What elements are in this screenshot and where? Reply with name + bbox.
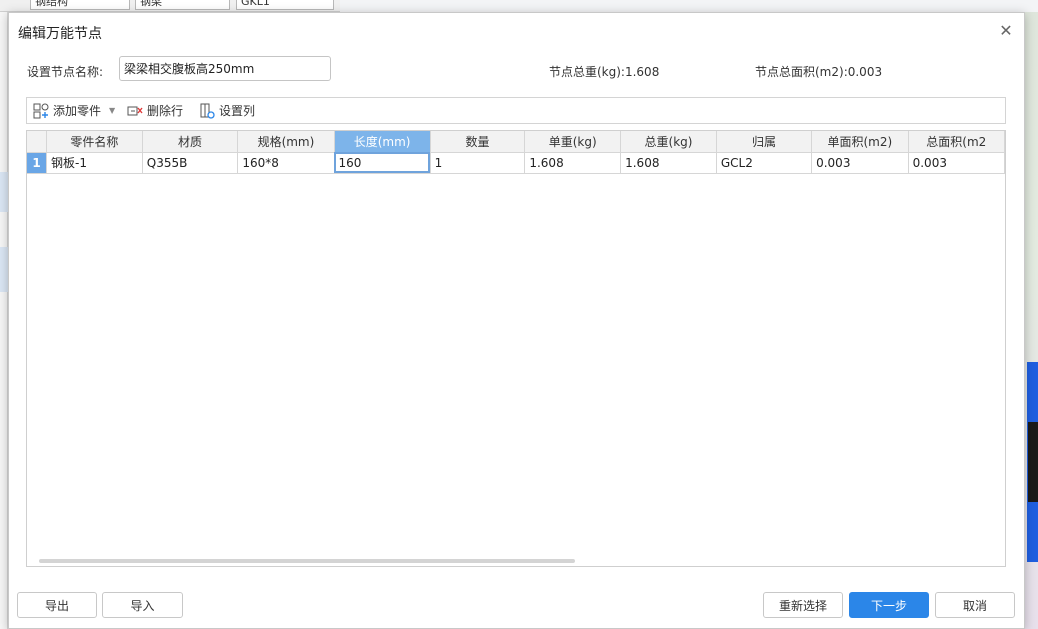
node-name-input[interactable] — [119, 56, 331, 81]
table-cell[interactable]: 160*8 — [237, 152, 335, 174]
table-cell[interactable]: 1 — [430, 152, 526, 174]
row-number[interactable]: 1 — [27, 152, 47, 174]
column-header[interactable]: 总重(kg) — [620, 131, 717, 153]
grid-header-row: 零件名称 材质 规格(mm) 长度(mm) 数量 单重(kg) 总重(kg) 归… — [27, 131, 1005, 153]
column-header[interactable]: 单重(kg) — [524, 131, 622, 153]
chevron-down-icon[interactable]: ▼ — [109, 106, 115, 115]
parts-grid: 零件名称 材质 规格(mm) 长度(mm) 数量 单重(kg) 总重(kg) 归… — [26, 130, 1006, 567]
node-total-weight: 节点总重(kg):1.608 — [549, 65, 660, 79]
table-cell[interactable]: 0.003 — [908, 152, 1005, 174]
node-total-area: 节点总面积(m2):0.003 — [755, 65, 883, 79]
set-columns-icon — [199, 103, 215, 119]
table-cell-selected[interactable]: 160 — [334, 152, 431, 174]
import-button[interactable]: 导入 — [102, 592, 183, 618]
column-header[interactable]: 单面积(m2) — [811, 131, 909, 153]
background-combo-3: GKL1 — [236, 0, 334, 10]
background-combo-2: 钢梁 — [135, 0, 230, 10]
add-part-label: 添加零件 — [53, 104, 102, 118]
parts-toolbar: 添加零件 ▼ 删除行 设置列 — [26, 97, 1006, 124]
set-columns-label: 设置列 — [219, 104, 256, 118]
horizontal-scrollbar[interactable] — [39, 559, 575, 563]
table-cell[interactable]: 钢板-1 — [46, 152, 143, 174]
column-header[interactable]: 材质 — [142, 131, 239, 153]
table-cell[interactable]: 0.003 — [811, 152, 909, 174]
table-cell[interactable]: 1.608 — [620, 152, 717, 174]
table-cell[interactable]: 1.608 — [524, 152, 622, 174]
cancel-button[interactable]: 取消 — [935, 592, 1015, 618]
delete-row-icon — [127, 103, 143, 119]
column-header[interactable]: 总面积(m2 — [908, 131, 1005, 153]
set-columns-button[interactable]: 设置列 — [199, 98, 255, 123]
column-header[interactable]: 零件名称 — [46, 131, 143, 153]
edit-universal-node-dialog: 编辑万能节点 ✕ 设置节点名称: 节点总重(kg):1.608 节点总面积(m2… — [8, 12, 1025, 629]
node-name-label: 设置节点名称: — [27, 65, 104, 79]
grid-corner — [27, 131, 47, 153]
next-step-button[interactable]: 下一步 — [849, 592, 929, 618]
add-part-icon — [33, 103, 49, 119]
background-left-panel — [0, 12, 8, 629]
background-left-selected-2 — [0, 247, 8, 292]
background-left-selected — [0, 172, 8, 212]
dialog-title: 编辑万能节点 — [18, 26, 102, 42]
export-button[interactable]: 导出 — [17, 592, 97, 618]
background-combo-1: 钢结构 — [30, 0, 130, 10]
table-cell[interactable]: GCL2 — [716, 152, 813, 174]
column-header[interactable]: 规格(mm) — [237, 131, 335, 153]
column-header-active[interactable]: 长度(mm) — [334, 131, 431, 153]
parts-table: 零件名称 材质 规格(mm) 长度(mm) 数量 单重(kg) 总重(kg) 归… — [27, 131, 1005, 174]
delete-row-button[interactable]: 删除行 — [127, 98, 183, 123]
background-beam-dark — [1028, 422, 1038, 502]
column-header[interactable]: 数量 — [430, 131, 526, 153]
add-part-button[interactable]: 添加零件 ▼ — [33, 98, 115, 123]
close-icon[interactable]: ✕ — [998, 23, 1014, 39]
table-row[interactable]: 1 钢板-1 Q355B 160*8 160 1 1.608 1.608 GCL… — [27, 152, 1005, 174]
delete-row-label: 删除行 — [147, 104, 184, 118]
table-cell[interactable]: Q355B — [142, 152, 239, 174]
reselect-button[interactable]: 重新选择 — [763, 592, 843, 618]
column-header[interactable]: 归属 — [716, 131, 813, 153]
